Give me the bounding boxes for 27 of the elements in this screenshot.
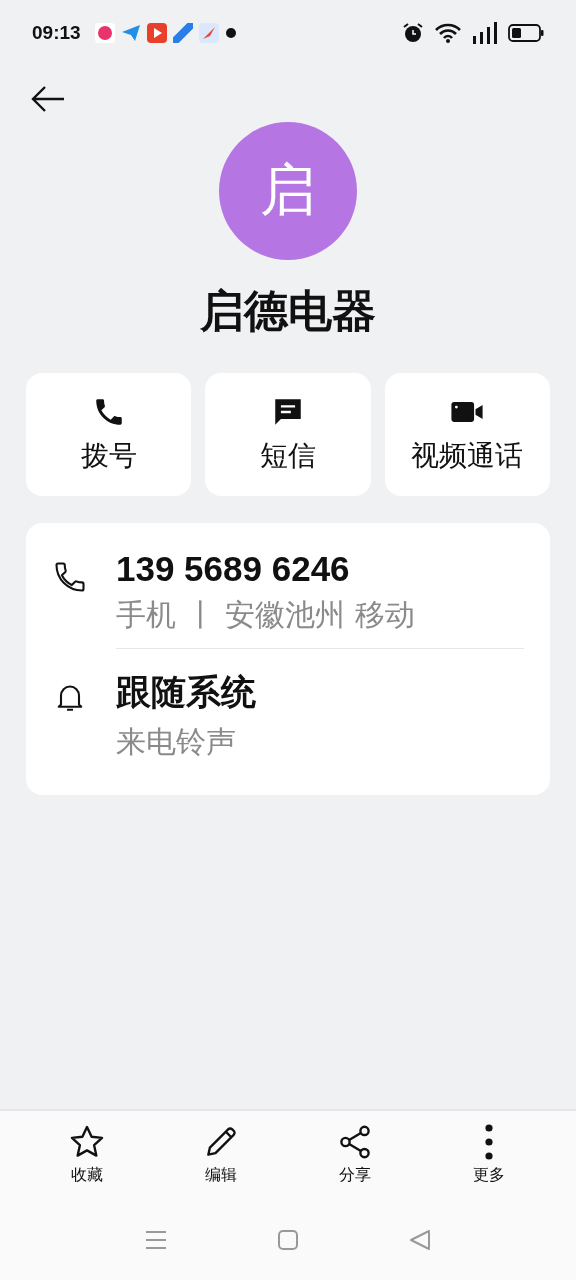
paper-plane-icon <box>120 23 141 43</box>
row-subtitle: 手机 丨 安徽池州 移动 <box>116 596 415 634</box>
back-icon[interactable] <box>409 1229 431 1251</box>
contact-name: 启德电器 <box>200 284 376 338</box>
home-icon[interactable] <box>277 1229 299 1251</box>
row-subtitle: 来电铃声 <box>116 723 237 761</box>
toolbar-button[interactable]: 分享 <box>288 1123 422 1186</box>
battery-icon <box>508 23 544 43</box>
compass-icon <box>198 23 219 43</box>
wifi-icon <box>434 22 462 44</box>
dot-icon <box>224 27 237 39</box>
toolbar-button[interactable]: 编辑 <box>154 1123 288 1186</box>
more-icon <box>484 1123 494 1161</box>
action-button[interactable]: 视频通话 <box>384 373 550 496</box>
toolbar-button[interactable]: 更多 <box>422 1123 556 1186</box>
phone-number[interactable]: 139 5689 6246 <box>116 549 415 589</box>
menu-icon[interactable] <box>145 1229 167 1251</box>
play-icon <box>146 23 167 43</box>
alarm-clock-icon <box>402 22 424 44</box>
toolbar-button[interactable]: 收藏 <box>20 1123 154 1186</box>
status-time: 09:13 <box>32 22 81 44</box>
ringtone-name[interactable]: 跟随系统 <box>116 669 256 716</box>
signal-icon <box>472 21 498 45</box>
avatar: 启 <box>219 122 357 260</box>
action-button[interactable]: 短信 <box>205 373 371 496</box>
back-arrow-icon <box>30 84 66 114</box>
action-button[interactable]: 拨号 <box>26 373 192 496</box>
